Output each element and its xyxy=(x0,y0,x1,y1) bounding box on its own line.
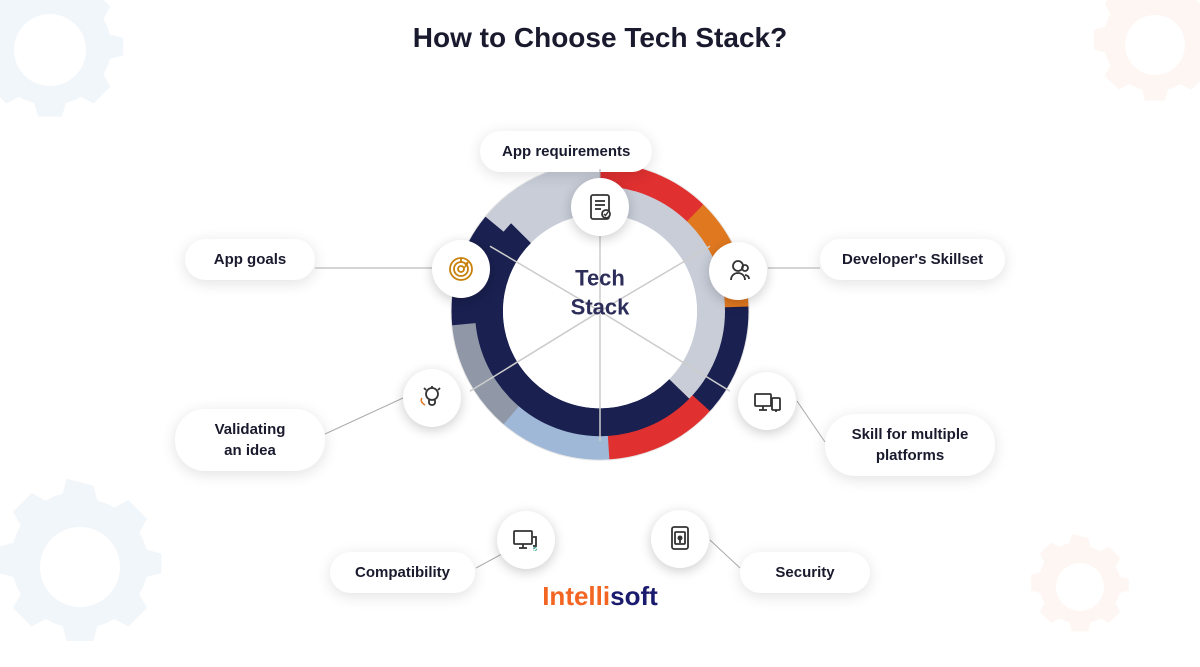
app-goals-label: App goals xyxy=(185,239,315,280)
compatibility-label: Compatibility xyxy=(330,552,475,593)
developers-skillset-icon xyxy=(709,242,767,300)
page-title: How to Choose Tech Stack? xyxy=(0,0,1200,64)
app-requirements-label: App requirements xyxy=(480,131,652,172)
diagram-area: TechStack xyxy=(0,64,1200,584)
brand-soft: soft xyxy=(610,581,658,611)
center-label: TechStack xyxy=(571,263,630,322)
app-requirements-icon xyxy=(571,178,629,236)
brand-intelli: Intelli xyxy=(542,581,610,611)
skill-multiple-platforms-icon xyxy=(738,372,796,430)
validating-idea-label: Validatingan idea xyxy=(175,409,325,471)
brand: Intellisoft xyxy=(542,581,658,612)
compatibility-icon xyxy=(497,511,555,569)
validating-idea-icon xyxy=(403,369,461,427)
security-label: Security xyxy=(740,552,870,593)
security-icon xyxy=(651,510,709,568)
skill-multiple-platforms-label: Skill for multipleplatforms xyxy=(825,414,995,476)
app-goals-icon xyxy=(432,240,490,298)
developers-skillset-label: Developer's Skillset xyxy=(820,239,1005,280)
